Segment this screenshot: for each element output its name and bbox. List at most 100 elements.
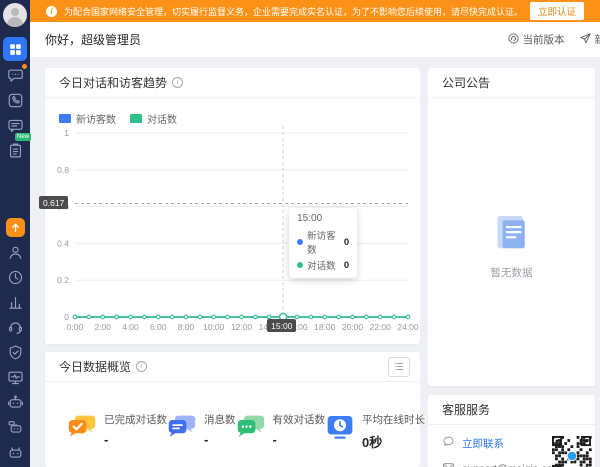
qr-code: [552, 436, 592, 467]
service-title: 客服服务: [442, 403, 491, 417]
svg-text:0.2: 0.2: [57, 275, 69, 285]
svg-text:22:00: 22:00: [370, 322, 392, 332]
stat-value: -: [272, 432, 277, 447]
svg-text:20:00: 20:00: [342, 322, 364, 332]
chart-card-title: 今日对话和访客趋势: [59, 76, 168, 90]
stats-card-header: 今日数据概览 i: [45, 352, 420, 382]
stat-value: -: [204, 432, 209, 447]
completed-chats-icon: [68, 415, 96, 437]
current-version-button[interactable]: 当前版本: [507, 32, 565, 48]
svg-text:0:00: 0:00: [67, 322, 84, 332]
agent-headset-icon: [8, 321, 22, 334]
tooltip-rows: 新访客数 0 对话数 0: [297, 228, 349, 272]
trend-line-chart[interactable]: 00.20.40.60.810:002:004:006:008:0010:001…: [45, 123, 420, 335]
phone-icon: [8, 93, 22, 107]
stat-completed-chats: 已完成对话数 -: [67, 412, 167, 451]
stats-row: 已完成对话数 - 消息数 - 有效对话数 - 平均在线时长 0秒: [45, 382, 425, 451]
tooltip-series-label: 新访客数: [307, 231, 336, 256]
tooltip-series-value: 0: [343, 236, 350, 248]
shield-check-icon: [9, 345, 21, 359]
banner-text: 为配合国家网络安全管理，切实履行监督义务，企业需要完成实名认证，为了不影响您后续…: [63, 6, 523, 17]
stat-avg-online-time: 平均在线时长 0秒: [325, 412, 425, 451]
sidebar-item-agents[interactable]: [3, 316, 27, 338]
stats-list-button[interactable]: [388, 356, 410, 377]
left-column: 今日对话和访客趋势 i 新访客数对话数 00.20.40.60.810:002:…: [39, 68, 425, 467]
contact-chat-icon: [443, 436, 454, 446]
stat-messages: 消息数 -: [167, 412, 236, 451]
sidebar: New: [0, 0, 31, 467]
tooltip-series-label: 对话数: [307, 261, 336, 272]
sidebar-item-workbench[interactable]: [3, 37, 27, 61]
contact-now-link[interactable]: 立即联系: [462, 436, 504, 451]
mail-icon: [443, 463, 454, 467]
stat-value: 0秒: [362, 435, 383, 450]
robot-plus-icon: [9, 446, 21, 458]
sidebar-item-statistics[interactable]: [3, 291, 27, 313]
robot-team-icon: [8, 420, 21, 433]
svg-text:24:00: 24:00: [397, 322, 419, 332]
svg-text:1: 1: [64, 128, 69, 138]
sidebar-item-upgrade[interactable]: [3, 216, 27, 238]
stats-info-icon[interactable]: i: [136, 361, 148, 372]
tooltip-time: 15:00: [297, 213, 323, 224]
trend-chart-card: 今日对话和访客趋势 i 新访客数对话数 00.20.40.60.810:002:…: [39, 68, 420, 344]
svg-text:18:00: 18:00: [314, 322, 336, 332]
sidebar-item-robot-3[interactable]: [3, 441, 27, 463]
stat-label: 已完成对话数: [104, 414, 167, 426]
sidebar-item-tickets[interactable]: New: [3, 133, 31, 161]
sidebar-item-robot-1[interactable]: [3, 391, 27, 413]
message-icon: [7, 119, 23, 132]
app-window: New i 为配合国家网络安全管理，切实履行监督义务，企业需要完成实名认证，为了…: [0, 0, 600, 467]
support-email: support@meiqia.com: [462, 463, 561, 467]
verify-now-button[interactable]: 立即认证: [530, 2, 585, 20]
topbar: 你好，超级管理员 当前版本 新功能: [30, 22, 600, 57]
sidebar-item-visitors[interactable]: [3, 241, 27, 263]
crosshair-x-badge: 15:00: [267, 319, 297, 332]
svg-text:12:00: 12:00: [231, 322, 253, 332]
svg-text:0: 0: [64, 312, 69, 322]
stat-valid-chats: 有效对话数 -: [236, 412, 325, 451]
notification-dot: [22, 64, 27, 69]
stat-value: -: [104, 432, 109, 447]
svg-text:6:00: 6:00: [150, 322, 167, 332]
sidebar-item-history[interactable]: [3, 266, 27, 288]
sidebar-item-conversations[interactable]: [3, 64, 27, 86]
new-features-button[interactable]: 新功能: [579, 32, 600, 48]
chart-tooltip: 15:00 新访客数 0 对话数 0: [289, 208, 358, 278]
new-features-icon: [579, 32, 591, 43]
legend-swatch: [59, 114, 71, 123]
sidebar-item-quality[interactable]: [3, 341, 27, 363]
sidebar-item-robot-2[interactable]: [3, 416, 27, 438]
user-icon: [9, 246, 21, 259]
dashboard-grid-icon: [9, 43, 21, 55]
service-header: 客服服务: [428, 395, 595, 425]
tooltip-row: 对话数 0: [297, 258, 349, 272]
sidebar-item-calls[interactable]: [3, 89, 27, 111]
online-time-icon: [327, 416, 353, 439]
avatar-head: [11, 8, 19, 16]
chart-info-icon[interactable]: i: [172, 77, 184, 88]
messages-icon: [168, 415, 196, 437]
right-column: 公司公告 暂无数据 客服服务 立即联系: [428, 68, 595, 467]
announcement-title: 公司公告: [442, 76, 491, 90]
valid-chats-icon: [237, 415, 264, 437]
service-card: 客服服务 立即联系 support@meiqia.com: [428, 395, 595, 467]
content-area: i 为配合国家网络安全管理，切实履行监督义务，企业需要完成实名认证，为了不影响您…: [30, 0, 600, 467]
announcement-card: 公司公告 暂无数据: [428, 68, 595, 386]
new-badge: New: [14, 133, 31, 141]
svg-text:10:00: 10:00: [203, 322, 225, 332]
sidebar-items: New: [3, 37, 31, 467]
legend-swatch: [130, 114, 142, 123]
greeting-text: 你好，超级管理员: [45, 33, 142, 47]
dashboard-main: 今日对话和访客趋势 i 新访客数对话数 00.20.40.60.810:002:…: [30, 57, 600, 467]
avatar[interactable]: [3, 3, 27, 27]
new-features-label: 新功能: [594, 34, 600, 46]
svg-text:0.4: 0.4: [57, 238, 69, 248]
svg-text:4:00: 4:00: [122, 322, 139, 332]
stat-label: 消息数: [204, 414, 236, 426]
chart-card-header: 今日对话和访客趋势 i: [45, 68, 420, 98]
monitor-icon: [7, 371, 23, 384]
stat-label: 平均在线时长: [362, 414, 425, 426]
chat-bubble-icon: [7, 69, 23, 82]
sidebar-item-monitor[interactable]: [3, 366, 27, 388]
